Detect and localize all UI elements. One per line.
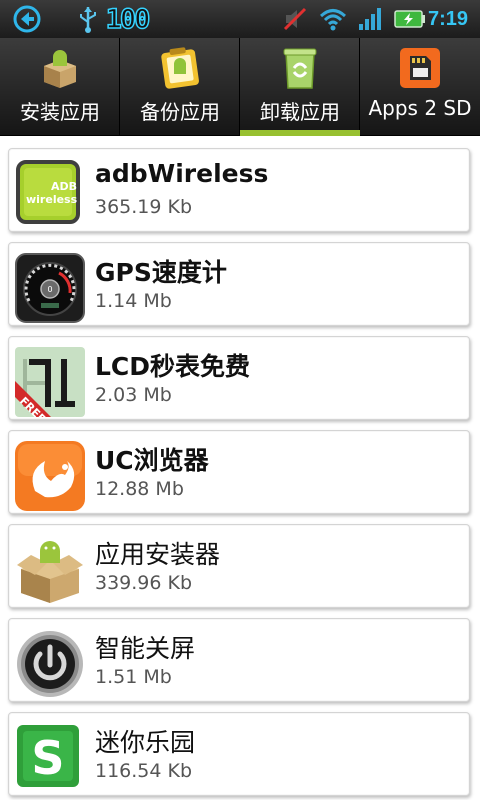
app-name: GPS速度计 (95, 258, 227, 287)
app-row-uc-browser[interactable]: UC浏览器 12.88 Mb (8, 430, 470, 514)
app-row-mini-park[interactable]: S 迷你乐园 116.54 Kb (8, 712, 470, 796)
app-size: 339.96 Kb (95, 572, 193, 594)
speedometer-icon: 0 (15, 253, 87, 325)
back-arrow-icon[interactable] (10, 0, 44, 38)
app-size: 116.54 Kb (95, 760, 193, 782)
svg-text:0: 0 (47, 285, 52, 294)
app-size: 1.14 Mb (95, 290, 172, 312)
app-row-smart-screen-off[interactable]: 智能关屏 1.51 Mb (8, 618, 470, 702)
app-row-gps-speedometer[interactable]: 0 GPS速度计 1.14 Mb (8, 242, 470, 326)
sd-card-icon (398, 46, 442, 90)
tab-label: 备份应用 (140, 100, 220, 124)
app-row-app-installer[interactable]: 应用安装器 339.96 Kb (8, 524, 470, 608)
battery-charging-icon (393, 0, 427, 38)
battery-level-text: 100 (105, 3, 151, 36)
tab-bar: 安装应用 备份应用 卸载应用 Apps 2 SD (0, 38, 480, 136)
uninstall-trash-icon (278, 46, 322, 90)
adb-wireless-icon: ADB wireless (15, 159, 87, 231)
app-name: UC浏览器 (95, 446, 209, 475)
wifi-icon (318, 0, 348, 38)
app-name: adbWireless (95, 159, 269, 188)
power-button-icon (15, 629, 87, 701)
svg-text:ADB: ADB (51, 180, 77, 193)
usb-icon (76, 0, 100, 38)
svg-text:S: S (31, 731, 64, 785)
tab-install[interactable]: 安装应用 (0, 38, 120, 136)
tab-label: 卸载应用 (260, 100, 340, 124)
tab-label: 安装应用 (20, 100, 100, 124)
app-size: 2.03 Mb (95, 384, 172, 406)
uc-browser-icon (15, 441, 87, 513)
app-row-lcd-stopwatch[interactable]: FREE LCD秒表免费 2.03 Mb (8, 336, 470, 426)
app-row-adbwireless[interactable]: ADB wireless adbWireless 365.19 Kb (8, 148, 470, 232)
lcd-stopwatch-icon: FREE (15, 347, 87, 426)
signal-icon (356, 0, 386, 38)
tab-uninstall[interactable]: 卸载应用 (240, 38, 360, 136)
status-bar: 100 7:19 (0, 0, 480, 38)
app-name: LCD秒表免费 (95, 352, 251, 381)
backup-clipboard-icon (158, 46, 202, 90)
tab-label: Apps 2 SD (368, 96, 472, 120)
app-size: 365.19 Kb (95, 196, 193, 218)
status-time: 7:19 (428, 7, 469, 30)
app-size: 12.88 Mb (95, 478, 184, 500)
svg-text:wireless: wireless (26, 193, 78, 206)
install-box-icon (38, 46, 82, 90)
app-installer-icon (15, 535, 87, 607)
tab-backup[interactable]: 备份应用 (120, 38, 240, 136)
app-name: 应用安装器 (95, 540, 221, 569)
tab-apps2sd[interactable]: Apps 2 SD (360, 38, 480, 136)
app-name: 迷你乐园 (95, 728, 196, 757)
mini-park-icon: S (15, 723, 87, 795)
mute-icon (280, 0, 310, 38)
selected-tab-indicator (240, 130, 360, 136)
app-size: 1.51 Mb (95, 666, 172, 688)
app-name: 智能关屏 (95, 634, 196, 663)
